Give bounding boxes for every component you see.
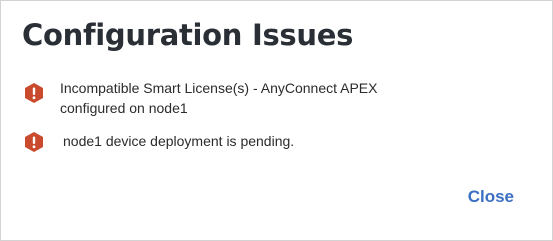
configuration-issues-dialog: Configuration Issues Incompatible Smart … xyxy=(0,0,553,241)
issue-item: Incompatible Smart License(s) - AnyConne… xyxy=(23,78,420,118)
close-button[interactable]: Close xyxy=(468,186,514,208)
error-icon xyxy=(23,131,45,153)
error-icon xyxy=(23,82,45,104)
dialog-title: Configuration Issues xyxy=(22,18,354,52)
issue-message: node1 device deployment is pending. xyxy=(63,133,295,149)
issue-message: Incompatible Smart License(s) - AnyConne… xyxy=(60,80,378,116)
issue-item: node1 device deployment is pending. xyxy=(23,131,423,153)
